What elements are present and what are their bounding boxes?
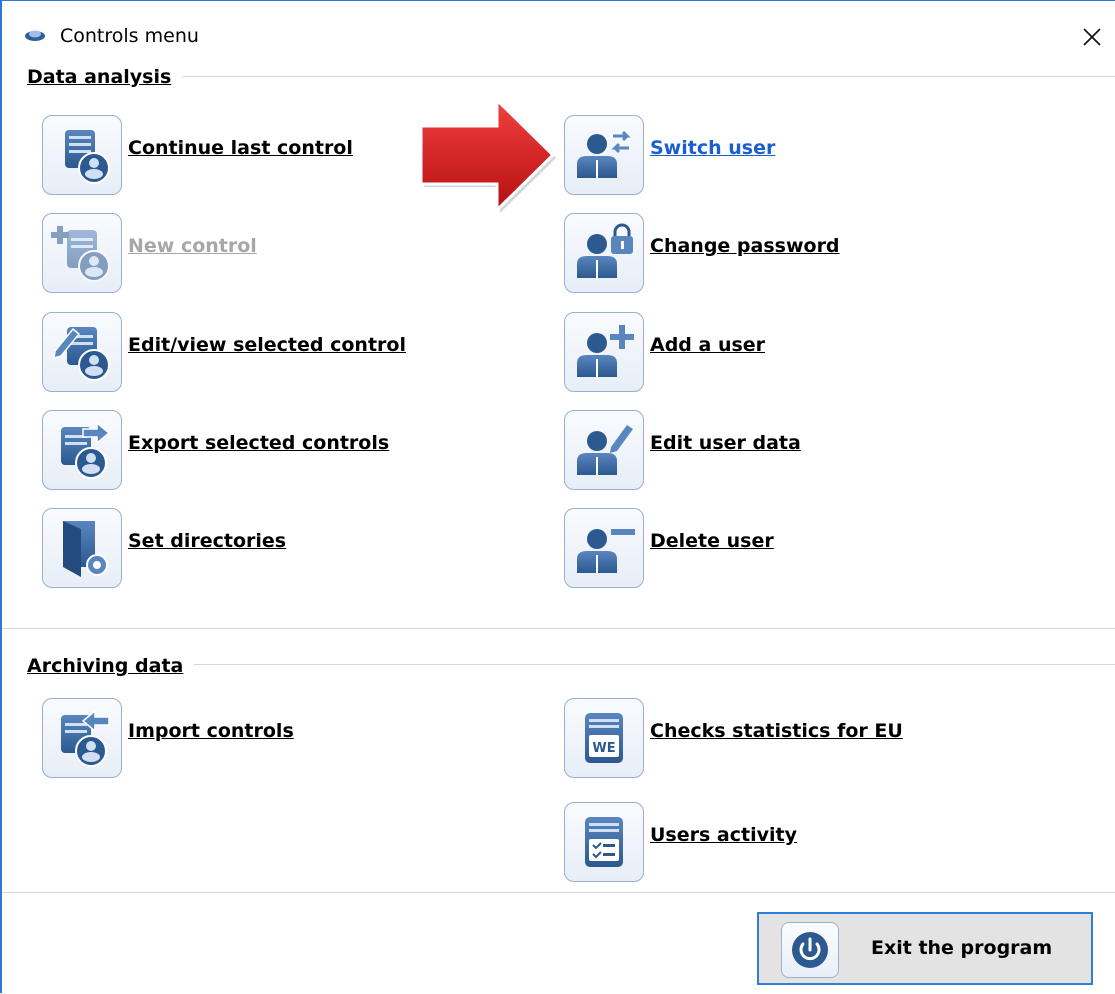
section-divider [182, 76, 1115, 77]
title-bar: Controls menu [2, 1, 1115, 61]
menu-item-label: Edit/view selected control [128, 334, 406, 356]
menu-item-label: Edit user data [650, 432, 801, 454]
menu-item-label: New control [128, 235, 257, 257]
menu-item-label: Continue last control [128, 137, 353, 159]
we-badge: WE [592, 741, 615, 756]
pointer-arrow-icon [419, 96, 556, 214]
section-title-archiving-data: Archiving data [27, 655, 184, 677]
edit-control-icon [53, 327, 110, 381]
delete-user-icon [577, 529, 635, 573]
exit-button-label: Exit the program [871, 937, 1053, 959]
section-separator [2, 628, 1115, 629]
users-activity-icon [585, 817, 623, 867]
export-controls-icon [61, 421, 111, 479]
menu-item-label: Delete user [650, 530, 774, 552]
menu-item-label: Add a user [650, 334, 766, 356]
exit-program-button[interactable]: Exit the program [757, 912, 1093, 985]
menu-item-label: Set directories [128, 530, 287, 552]
close-icon [1083, 28, 1101, 46]
menu-item-label: Import controls [128, 720, 294, 742]
footer-separator [2, 892, 1115, 893]
window-title: Controls menu [60, 25, 199, 47]
menu-item-label: Change password [650, 235, 840, 257]
menu-item-label: Checks statistics for EU [650, 720, 903, 742]
set-directories-icon [63, 521, 108, 577]
switch-user-icon [577, 130, 631, 178]
menu-item-label: Switch user [650, 137, 776, 159]
we-statistics-icon: WE [585, 713, 623, 763]
controls-menu-window: Controls menu Data analysis Continue las… [0, 0, 1115, 993]
import-controls-icon [61, 709, 110, 767]
power-icon [792, 932, 828, 968]
section-divider [194, 664, 1115, 665]
menu-item-label: Users activity [650, 824, 797, 846]
control-document-icon [65, 130, 110, 184]
close-button[interactable] [1072, 21, 1112, 53]
add-user-icon [577, 325, 634, 377]
edit-user-icon [577, 425, 633, 475]
new-control-icon [51, 226, 110, 282]
change-password-icon [577, 223, 633, 278]
section-title-data-analysis: Data analysis [27, 66, 172, 88]
app-icon [25, 30, 45, 41]
menu-item-label: Export selected controls [128, 432, 390, 454]
